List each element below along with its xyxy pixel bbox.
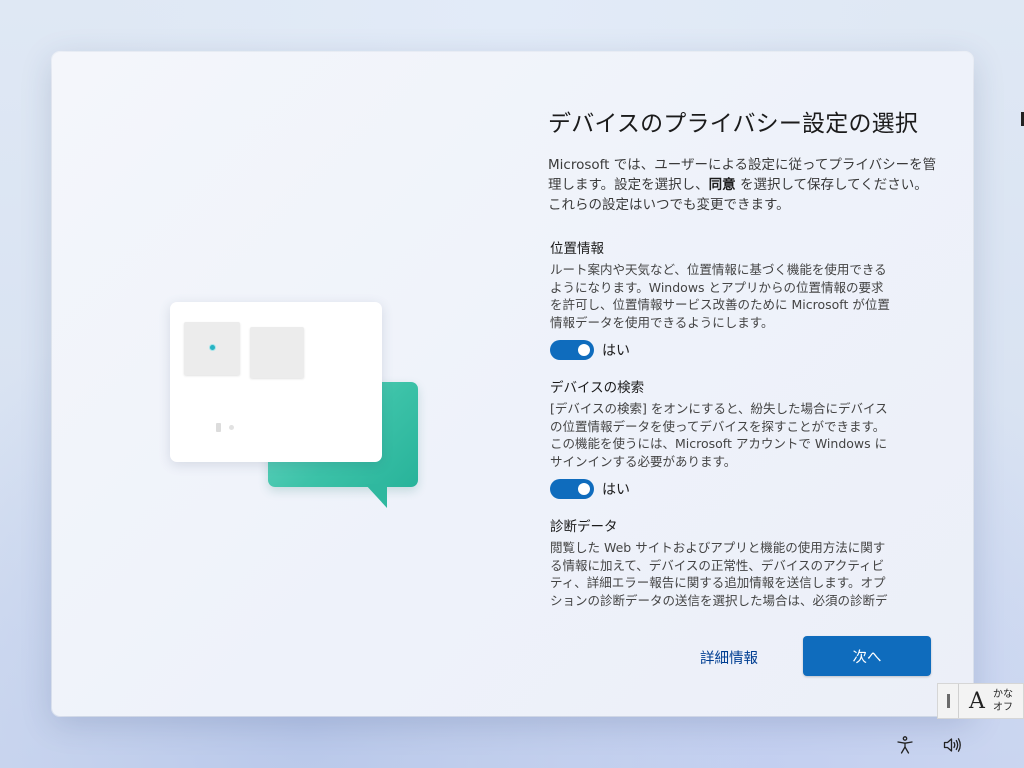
setting-title: 位置情報 [550,241,604,257]
settings-scroll-area[interactable]: 位置情報 ルート案内や天気など、位置情報に基づく機能を使用できるようになります。… [550,237,890,610]
setup-window: デバイスのプライバシー設定の選択 Microsoft では、ユーザーによる設定に… [52,52,973,716]
ime-caret-icon [947,694,950,708]
intro-text: Microsoft では、ユーザーによる設定に従ってプライバシーを管理します。設… [548,155,940,215]
setting-find-my-device: デバイスの検索 [デバイスの検索] をオンにすると、紛失した場合にデバイスの位置… [550,376,890,499]
illustration-tile [184,322,240,375]
toggle-row: はい [550,340,890,360]
learn-more-button[interactable]: 詳細情報 [686,641,772,673]
ime-status: かな オフ [993,688,1013,714]
intro-bold-term: 同意 [708,177,736,193]
find-device-toggle[interactable] [550,479,594,499]
setting-title: デバイスの検索 [550,380,645,396]
illustration-tile [250,327,304,378]
content-panel: デバイスのプライバシー設定の選択 Microsoft では、ユーザーによる設定に… [548,104,940,215]
setting-title: 診断データ [550,519,618,535]
chat-bubble-tail [365,484,387,508]
next-button[interactable]: 次へ [803,636,931,676]
toggle-label: はい [602,343,630,359]
white-card [170,302,382,462]
location-toggle[interactable] [550,340,594,360]
ime-mode-char: A [969,688,985,714]
setting-location: 位置情報 ルート案内や天気など、位置情報に基づく機能を使用できるようになります。… [550,237,890,360]
teal-dot-icon [210,345,215,350]
toggle-label: はい [602,482,630,498]
accessibility-icon[interactable] [894,734,916,756]
privacy-illustration [170,302,420,512]
page-title: デバイスのプライバシー設定の選択 [548,111,919,137]
setting-description: ルート案内や天気など、位置情報に基づく機能を使用できるようになります。Windo… [550,262,890,330]
setting-description: 閲覧した Web サイトおよびアプリと機能の使用方法に関する情報に加えて、デバイ… [550,540,888,608]
ime-status-line2: オフ [993,702,1013,713]
ime-separator [958,684,959,718]
setting-diagnostic-data: 診断データ 閲覧した Web サイトおよびアプリと機能の使用方法に関する情報に加… [550,515,890,610]
illustration-mini-shape [229,425,234,430]
volume-icon[interactable] [941,734,963,756]
setting-description: [デバイスの検索] をオンにすると、紛失した場合にデバイスの位置情報データを使っ… [550,401,888,469]
ime-indicator[interactable]: A かな オフ [937,683,1024,719]
ime-status-line1: かな [993,689,1013,700]
illustration-mini-shape [216,423,221,432]
toggle-row: はい [550,479,890,499]
